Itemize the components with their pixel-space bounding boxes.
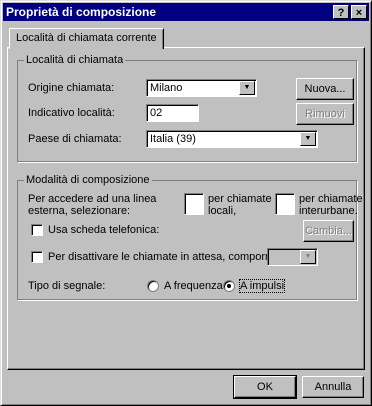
tone-radio[interactable] — [147, 280, 159, 292]
ok-button[interactable]: OK — [233, 375, 297, 399]
chevron-down-icon[interactable]: ▼ — [300, 250, 316, 264]
call-waiting-select[interactable]: ▼ — [267, 248, 318, 266]
remove-location-button[interactable]: Rimuovi — [296, 103, 354, 125]
origin-select[interactable]: Milano ▼ — [146, 79, 257, 97]
outside-line-label: Per accedere ad una linea esterna, selez… — [28, 193, 157, 217]
country-select[interactable]: Italia (39) ▼ — [146, 130, 318, 148]
cancel-button[interactable]: Annulla — [302, 376, 364, 398]
pulse-label: A impulsi — [238, 279, 286, 293]
area-code-label: Indicativo località: — [28, 107, 115, 119]
origin-value: Milano — [150, 82, 183, 94]
country-label: Paese di chiamata: — [28, 133, 122, 145]
local-calls-label: per chiamate locali, — [208, 193, 272, 217]
chevron-down-icon[interactable]: ▼ — [239, 81, 255, 95]
dialog-window: Proprietà di composizione ? × Località d… — [0, 0, 372, 406]
long-distance-calls-label: per chiamate interurbane. — [299, 193, 363, 217]
radio-selected-dot — [227, 284, 231, 288]
location-group-legend: Località di chiamata — [24, 54, 126, 66]
call-waiting-checkbox[interactable] — [31, 251, 43, 263]
window-title: Proprietà di composizione — [6, 5, 157, 19]
call-waiting-label: Per disattivare le chiamate in attesa, c… — [48, 251, 278, 263]
tab-current-location[interactable]: Località di chiamata corrente — [9, 28, 164, 49]
area-code-input[interactable]: 02 — [146, 104, 199, 122]
title-bar: Proprietà di composizione ? × — [3, 3, 369, 21]
tab-panel: Località di chiamata Origine chiamata: M… — [7, 47, 365, 370]
help-button[interactable]: ? — [333, 5, 349, 19]
tone-label: A frequenza — [164, 280, 223, 292]
long-distance-prefix-input[interactable] — [275, 193, 295, 215]
close-button[interactable]: × — [351, 5, 367, 19]
pulse-radio[interactable] — [223, 280, 235, 292]
change-card-button[interactable]: Cambia... — [303, 220, 354, 242]
origin-label: Origine chiamata: — [28, 82, 115, 94]
calling-card-checkbox[interactable] — [31, 224, 43, 236]
new-location-button[interactable]: Nuova... — [296, 78, 354, 100]
local-prefix-input[interactable] — [184, 193, 204, 215]
calling-card-label: Usa scheda telefonica: — [48, 224, 160, 236]
chevron-down-icon[interactable]: ▼ — [300, 132, 316, 146]
dialing-group-legend: Modalità di composizione — [24, 174, 152, 186]
signal-type-label: Tipo di segnale: — [28, 280, 106, 292]
country-value: Italia (39) — [150, 133, 196, 145]
